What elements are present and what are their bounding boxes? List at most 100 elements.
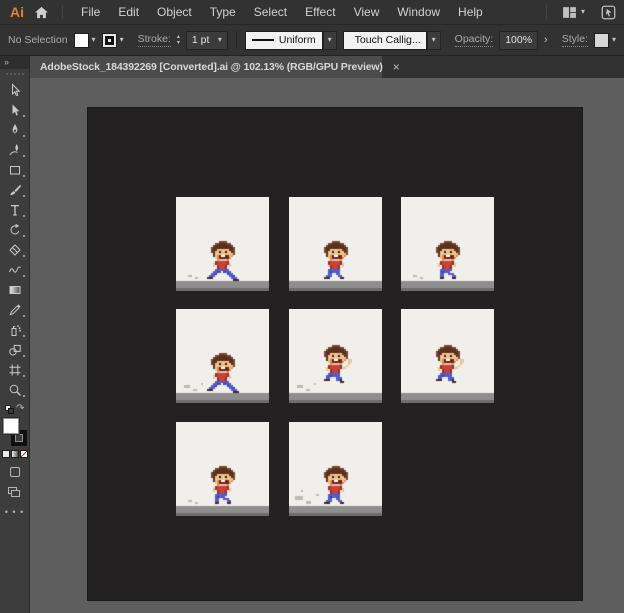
stroke-weight-value[interactable]: 1 pt xyxy=(192,34,210,46)
sprite-frame-6[interactable] xyxy=(401,309,494,403)
chevron-down-icon: ▾ xyxy=(581,8,585,16)
draw-normal-icon xyxy=(10,467,20,477)
rectangle-tool[interactable] xyxy=(2,160,28,179)
document-tab[interactable]: AdobeStock_184392269 [Converted].ai @ 10… xyxy=(30,56,382,78)
stepper-down-icon[interactable]: ▾ xyxy=(177,41,180,46)
sprite-frame-3[interactable] xyxy=(401,197,494,291)
direct-selection-tool[interactable] xyxy=(2,100,28,119)
sprite-frame-5[interactable] xyxy=(289,309,382,403)
sprite-frame-4[interactable] xyxy=(176,309,269,403)
control-bar: No Selection ▾ ▾ Stroke: ▴ ▾ 1 pt ▾ Unif… xyxy=(0,24,624,56)
selection-tool[interactable] xyxy=(2,80,28,99)
chevron-down-icon[interactable]: ▾ xyxy=(120,36,124,44)
panel-grip[interactable] xyxy=(6,73,24,75)
shape-builder-tool[interactable] xyxy=(2,340,28,359)
rectangle-icon xyxy=(8,163,22,177)
paintbrush-icon xyxy=(8,183,22,197)
opacity-flyout-icon[interactable]: › xyxy=(544,34,548,46)
pasteboard[interactable] xyxy=(30,78,624,613)
drawing-mode-button[interactable] xyxy=(2,464,28,480)
selection-status: No Selection xyxy=(8,34,68,46)
sprite-frame-2[interactable] xyxy=(289,197,382,291)
document-title: AdobeStock_184392269 [Converted].ai @ 10… xyxy=(40,61,383,73)
home-icon[interactable] xyxy=(30,5,53,20)
workspace-switcher-icon[interactable]: ▾ xyxy=(562,5,585,20)
illustrator-logo[interactable]: Ai xyxy=(10,4,24,20)
shape-builder-icon xyxy=(8,343,22,357)
close-tab-icon[interactable]: × xyxy=(393,61,400,73)
chevron-down-icon[interactable]: ▾ xyxy=(218,36,222,44)
zoom-tool[interactable] xyxy=(2,380,28,399)
brush-definition-dropdown[interactable]: Touch Callig... ▾ xyxy=(343,31,441,50)
curvature-tool[interactable] xyxy=(2,140,28,159)
artboard[interactable] xyxy=(87,107,583,601)
sprite-frame-8[interactable] xyxy=(289,422,382,516)
color-mode-button[interactable] xyxy=(2,450,10,458)
style-swatch[interactable] xyxy=(594,33,609,48)
sprite-frame-7[interactable] xyxy=(176,422,269,516)
artboard-icon xyxy=(8,363,22,377)
curvature-icon xyxy=(8,143,22,157)
opacity-label[interactable]: Opacity: xyxy=(455,33,494,47)
pen-tool[interactable] xyxy=(2,120,28,139)
chevron-down-icon[interactable]: ▾ xyxy=(432,36,436,44)
shaper-icon xyxy=(8,263,22,277)
fill-color-picker[interactable]: ▾ xyxy=(74,33,96,48)
menu-window[interactable]: Window xyxy=(388,0,449,24)
menu-type[interactable]: Type xyxy=(201,0,245,24)
tools-list xyxy=(2,80,28,400)
divider xyxy=(236,31,237,49)
pen-icon xyxy=(8,123,22,137)
type-tool[interactable] xyxy=(2,200,28,219)
symbol-sprayer-icon xyxy=(8,323,22,337)
direct-selection-icon xyxy=(8,103,22,117)
stroke-weight-field[interactable]: 1 pt ▾ xyxy=(186,31,228,50)
menu-file[interactable]: File xyxy=(72,0,109,24)
menu-object[interactable]: Object xyxy=(148,0,201,24)
gradient-icon xyxy=(8,283,22,297)
opacity-field[interactable]: 100% xyxy=(499,31,538,50)
stepper-up-icon[interactable]: ▴ xyxy=(177,35,180,40)
menu-view[interactable]: View xyxy=(345,0,389,24)
fill-swatch[interactable] xyxy=(74,33,89,48)
stroke-weight-stepper[interactable]: ▴ ▾ xyxy=(177,35,180,46)
rotate-icon xyxy=(8,223,22,237)
fill-stroke-indicator[interactable] xyxy=(2,418,28,446)
eyedropper-tool[interactable] xyxy=(2,300,28,319)
shaper-tool[interactable] xyxy=(2,260,28,279)
none-mode-button[interactable] xyxy=(20,450,28,458)
artboard-tool[interactable] xyxy=(2,360,28,379)
stroke-profile-preview xyxy=(252,39,274,41)
swap-fill-stroke-icon[interactable]: ↷ xyxy=(16,403,24,414)
collapse-panel-button[interactable]: » xyxy=(0,56,29,69)
screen-mode-button[interactable] xyxy=(2,484,28,500)
double-chevron-icon: » xyxy=(4,57,9,67)
menu-edit[interactable]: Edit xyxy=(109,0,148,24)
share-screen-icon[interactable] xyxy=(601,5,616,20)
paintbrush-tool[interactable] xyxy=(2,180,28,199)
width-profile-dropdown[interactable]: Uniform ▾ xyxy=(245,31,337,50)
stroke-color-picker[interactable]: ▾ xyxy=(102,33,124,48)
edit-toolbar-button[interactable]: • • • xyxy=(2,504,28,520)
rotate-tool[interactable] xyxy=(2,220,28,239)
style-label[interactable]: Style: xyxy=(562,33,588,47)
gradient-mode-button[interactable] xyxy=(11,450,19,458)
chevron-down-icon[interactable]: ▾ xyxy=(612,36,616,44)
width-profile-value: Uniform xyxy=(279,34,316,46)
stroke-label[interactable]: Stroke: xyxy=(138,33,171,47)
menu-select[interactable]: Select xyxy=(245,0,296,24)
fill-proxy[interactable] xyxy=(3,418,19,434)
sprite-frame-1[interactable] xyxy=(176,197,269,291)
eraser-tool[interactable] xyxy=(2,240,28,259)
menu-effect[interactable]: Effect xyxy=(296,0,344,24)
menu-help[interactable]: Help xyxy=(449,0,492,24)
style-dropdown[interactable]: ▾ xyxy=(594,33,616,48)
zoom-icon xyxy=(8,383,22,397)
chevron-down-icon[interactable]: ▾ xyxy=(92,36,96,44)
tools-panel: » ↷ • • • xyxy=(0,56,30,613)
stroke-swatch[interactable] xyxy=(102,33,117,48)
symbol-sprayer-tool[interactable] xyxy=(2,320,28,339)
chevron-down-icon[interactable]: ▾ xyxy=(328,36,332,44)
opacity-value[interactable]: 100% xyxy=(505,34,532,46)
gradient-tool[interactable] xyxy=(2,280,28,299)
